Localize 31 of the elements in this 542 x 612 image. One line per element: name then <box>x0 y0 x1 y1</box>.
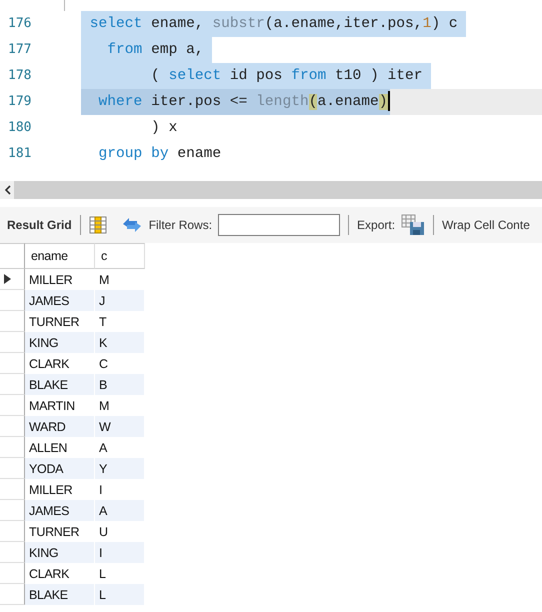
table-cell: JAMES <box>25 500 95 521</box>
code-line: ) x <box>150 119 178 138</box>
table-cell: L <box>95 584 145 605</box>
table-cell: KING <box>25 542 95 563</box>
refresh-icon[interactable] <box>120 216 143 234</box>
columns-icon[interactable] <box>88 216 107 234</box>
row-pointer-icon <box>4 274 11 284</box>
column-header[interactable]: c <box>95 243 145 269</box>
export-label: Export: <box>357 218 396 232</box>
result-grid-title: Result Grid <box>7 218 72 232</box>
table-cell: BLAKE <box>25 584 95 605</box>
table-cell: A <box>95 500 145 521</box>
horizontal-scrollbar[interactable] <box>0 181 542 199</box>
table-cell: I <box>95 542 145 563</box>
filter-rows-label: Filter Rows: <box>148 218 212 232</box>
column-header[interactable]: ename <box>25 243 95 269</box>
code-line: group by ename <box>98 145 222 164</box>
table-cell: KING <box>25 332 95 353</box>
table-cell: YODA <box>25 458 95 479</box>
table-cell: B <box>95 374 145 395</box>
table-cell: J <box>95 290 145 311</box>
table-cell: K <box>95 332 145 353</box>
save-icon[interactable] <box>401 214 426 236</box>
table-cell: W <box>95 416 145 437</box>
filter-rows-field[interactable] <box>218 214 340 236</box>
table-cell: WARD <box>25 416 95 437</box>
table-cell: BLAKE <box>25 374 95 395</box>
table-cell: Y <box>95 458 145 479</box>
table-cell: JAMES <box>25 290 95 311</box>
wrap-cell-content-label[interactable]: Wrap Cell Conte <box>442 218 530 232</box>
scroll-left-icon[interactable] <box>0 181 14 199</box>
